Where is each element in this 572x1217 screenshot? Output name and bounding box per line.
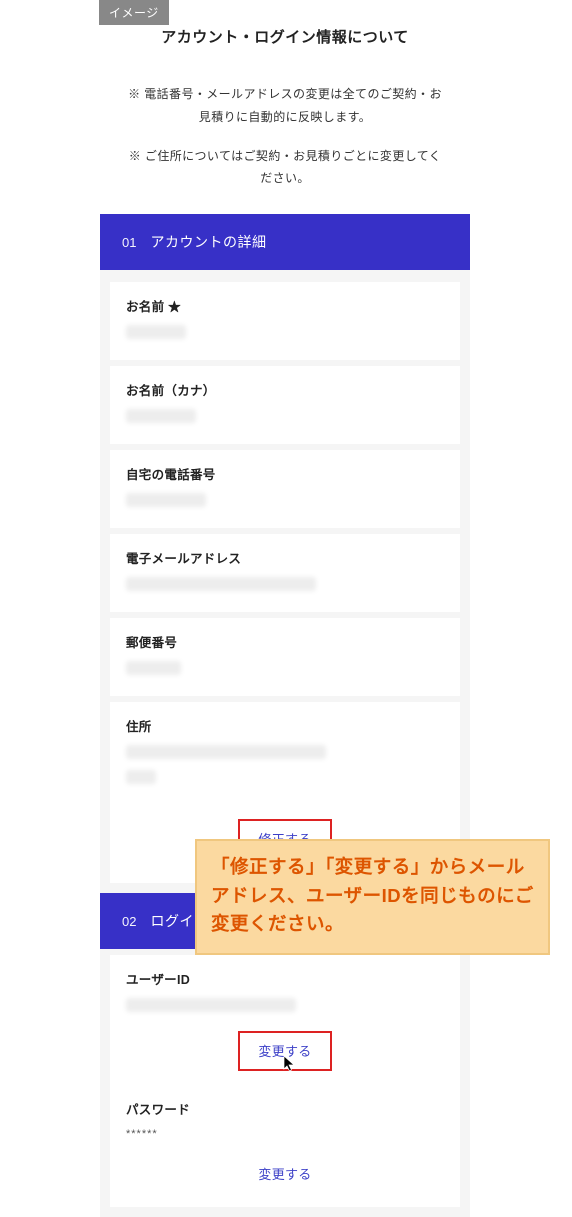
notice-text: ※ ご住所についてはご契約・お見積りごとに変更してください。 [128, 145, 442, 191]
section-title: アカウントの詳細 [150, 232, 266, 252]
field-value-blurred [126, 409, 196, 423]
field-name: お名前 ★ [110, 282, 460, 360]
page-title: アカウント・ログイン情報について [120, 26, 450, 47]
field-address: 住所 [110, 702, 460, 805]
field-label: 郵便番号 [126, 632, 444, 651]
image-badge: イメージ [99, 0, 169, 25]
field-label: ユーザーID [126, 969, 444, 988]
field-user-id: ユーザーID [110, 955, 460, 1025]
page-container: アカウント・ログイン情報について ※ 電話番号・メールアドレスの変更は全てのご契… [100, 0, 470, 1217]
field-value-blurred [126, 745, 326, 759]
field-postal-code: 郵便番号 [110, 618, 460, 696]
field-label: 自宅の電話番号 [126, 464, 444, 483]
field-value-blurred [126, 770, 156, 784]
section-number: 01 [122, 235, 136, 250]
field-password: パスワード ****** [110, 1089, 460, 1148]
notice-area: ※ 電話番号・メールアドレスの変更は全てのご契約・お見積りに自動的に反映します。… [100, 67, 470, 214]
section-header-account: 01 アカウントの詳細 [100, 214, 470, 270]
cursor-icon [283, 1055, 297, 1073]
section-title: ログイ [150, 911, 194, 931]
field-value-blurred [126, 493, 206, 507]
action-row-change-password: 変更する [110, 1148, 460, 1207]
field-label: お名前 ★ [126, 296, 444, 315]
field-label: 住所 [126, 716, 444, 735]
field-label: お名前（カナ） [126, 380, 444, 399]
section-body-login: ユーザーID 変更する パスワード ****** 変更する [100, 949, 470, 1217]
field-email: 電子メールアドレス [110, 534, 460, 612]
field-value-blurred [126, 661, 181, 675]
section-number: 02 [122, 914, 136, 929]
instruction-callout: 「修正する」「変更する」からメールアドレス、ユーザーIDを同じものにご変更くださ… [195, 839, 550, 955]
change-password-button[interactable]: 変更する [258, 1156, 311, 1191]
field-value-blurred [126, 325, 186, 339]
section-body-account: お名前 ★ お名前（カナ） 自宅の電話番号 電子メールアドレス 郵便番号 住所 … [100, 270, 470, 893]
callout-text: 「修正する」「変更する」からメールアドレス、ユーザーIDを同じものにご変更くださ… [211, 853, 534, 939]
field-label: パスワード [126, 1099, 444, 1118]
password-masked: ****** [126, 1128, 444, 1140]
action-row-change-userid: 変更する [110, 1025, 460, 1089]
notice-text: ※ 電話番号・メールアドレスの変更は全てのご契約・お見積りに自動的に反映します。 [128, 83, 442, 129]
field-home-phone: 自宅の電話番号 [110, 450, 460, 528]
field-label: 電子メールアドレス [126, 548, 444, 567]
field-value-blurred [126, 998, 296, 1012]
field-name-kana: お名前（カナ） [110, 366, 460, 444]
field-value-blurred [126, 577, 316, 591]
